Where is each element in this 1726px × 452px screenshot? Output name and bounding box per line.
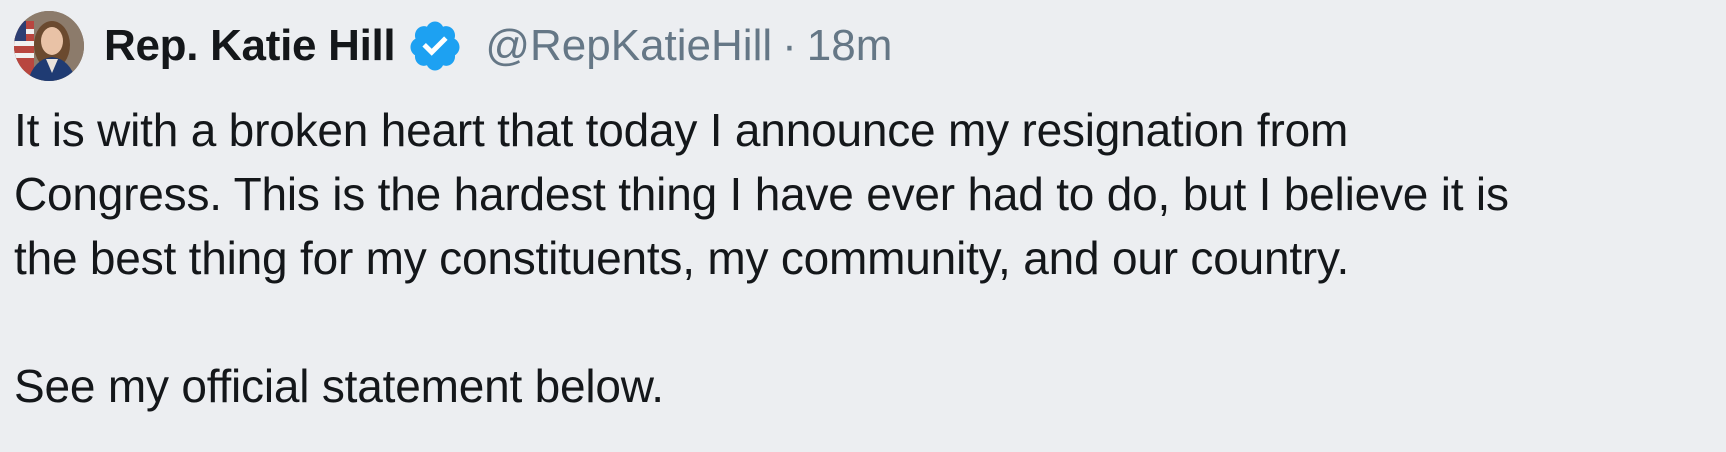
tweet-closing-line: See my official statement below. [14, 360, 664, 412]
author-name[interactable]: Rep. Katie Hill [104, 21, 396, 71]
timestamp[interactable]: 18m [807, 21, 893, 71]
avatar[interactable] [14, 11, 84, 81]
verified-badge-icon [405, 16, 465, 76]
author-handle[interactable]: @RepKatieHill [485, 21, 772, 71]
separator-dot: · [782, 21, 797, 70]
tweet-text: It is with a broken heart that today I a… [14, 98, 1714, 418]
tweet-text-line: It is with a broken heart that today I a… [14, 104, 1349, 156]
tweet-header: Rep. Katie Hill @RepKatieHill · 18m [14, 8, 892, 84]
tweet: Rep. Katie Hill @RepKatieHill · 18m It i… [0, 0, 1726, 452]
tweet-text-line: the best thing for my constituents, my c… [14, 232, 1350, 284]
tweet-text-line: Congress. This is the hardest thing I ha… [14, 168, 1509, 220]
